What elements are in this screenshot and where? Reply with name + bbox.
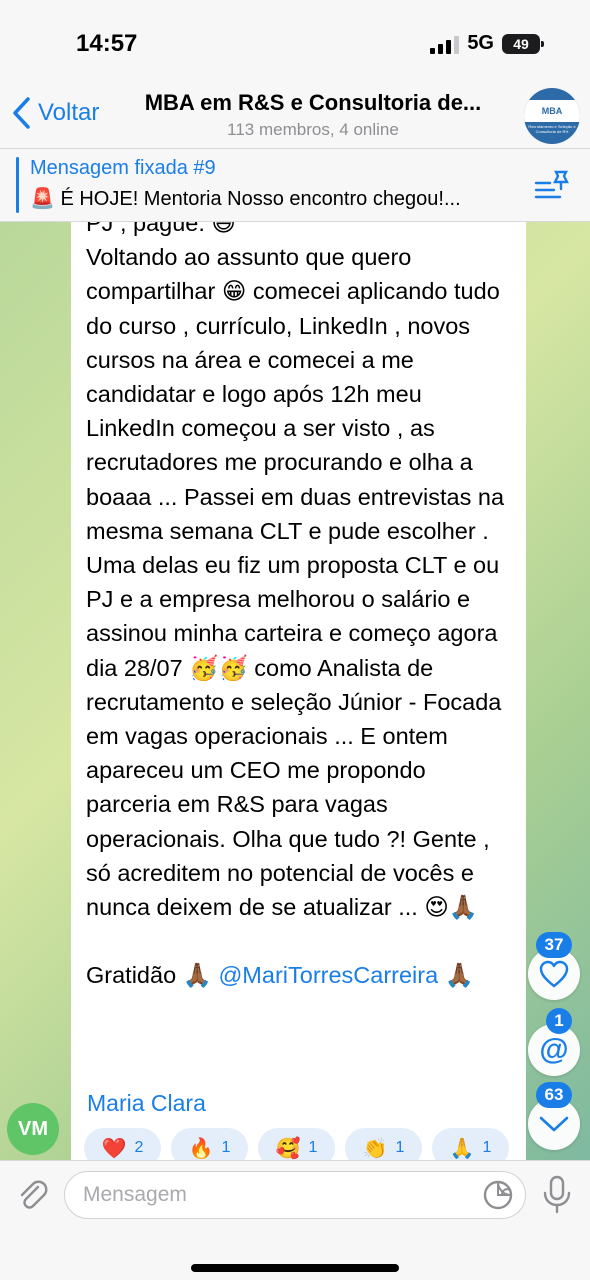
chat-title: MBA em R&S e Consultoria de... — [144, 90, 482, 115]
network-label: 5G — [467, 32, 494, 54]
reaction-emoji: 🔥 — [188, 1137, 214, 1160]
reactions-badge: 37 — [536, 932, 572, 958]
message-thanks-line: Gratidão 🙏🏾 @MariTorresCarreira 🙏🏾 — [86, 958, 516, 992]
sender-avatar[interactable]: VM — [7, 1103, 59, 1155]
group-avatar-logo: MBA — [524, 100, 580, 122]
home-indicator — [191, 1264, 399, 1272]
chevron-down-icon — [539, 1116, 569, 1132]
reaction-count: 1 — [395, 1139, 405, 1156]
status-bar: 14:57 5G 49 — [0, 0, 590, 88]
heart-icon — [539, 960, 569, 988]
mention-link[interactable]: @MariTorresCarreira — [218, 962, 438, 988]
group-avatar-subtext: Recrutamento e Seleção e Consultoria de … — [528, 124, 576, 134]
at-icon: @ — [539, 1033, 569, 1066]
reaction-count: 1 — [482, 1139, 492, 1156]
back-label: Voltar — [38, 99, 100, 126]
message-body: Voltando ao assunto que quero compartilh… — [86, 244, 511, 921]
back-button[interactable]: Voltar — [12, 96, 99, 130]
reaction-emoji: 🙏 — [449, 1137, 475, 1160]
reaction-emoji: ❤️ — [101, 1137, 127, 1160]
unread-badge: 63 — [536, 1082, 572, 1108]
pinned-indicator — [16, 157, 19, 213]
sticker-icon[interactable] — [482, 1179, 514, 1211]
reaction-fire[interactable]: 🔥 1 — [171, 1128, 248, 1160]
mentions-badge: 1 — [546, 1008, 572, 1034]
reaction-heart[interactable]: ❤️ 2 — [84, 1128, 161, 1160]
message-text-partial: PJ , pague. 😅 — [86, 222, 236, 236]
reaction-emoji: 🥰 — [275, 1137, 301, 1160]
reaction-count: 2 — [134, 1139, 144, 1156]
microphone-icon[interactable] — [540, 1175, 574, 1215]
chat-subtitle: 113 membros, 4 online — [227, 120, 399, 139]
reaction-emoji: 👏 — [362, 1137, 388, 1160]
chat-area[interactable]: PJ , pague. 😅 Voltando ao assunto que qu… — [0, 222, 590, 1160]
message-text: PJ , pague. 😅 Voltando ao assunto que qu… — [86, 222, 516, 992]
status-time: 14:57 — [76, 30, 138, 57]
reactions-row: ❤️ 2 🔥 1 🥰 1 👏 1 🙏 1 — [84, 1128, 509, 1160]
chat-header: Voltar MBA em R&S e Consultoria de... 11… — [0, 88, 590, 148]
battery-level: 49 — [513, 35, 529, 52]
pinned-message-bar[interactable]: Mensagem fixada #9 🚨 É HOJE! Mentoria No… — [0, 148, 590, 222]
reaction-smiling-hearts[interactable]: 🥰 1 — [258, 1128, 335, 1160]
pinned-title: Mensagem fixada #9 — [30, 157, 216, 179]
chevron-left-icon — [13, 97, 30, 129]
message-input[interactable] — [64, 1171, 526, 1219]
pinned-text: 🚨 É HOJE! Mentoria Nosso encontro chegou… — [30, 188, 461, 210]
reaction-clap[interactable]: 👏 1 — [345, 1128, 422, 1160]
chat-title-area[interactable]: MBA em R&S e Consultoria de... 113 membr… — [118, 90, 508, 140]
battery-icon: 49 — [502, 33, 544, 54]
reaction-count: 1 — [308, 1139, 318, 1156]
sender-name[interactable]: Maria Clara — [87, 1090, 206, 1117]
thanks-text: Gratidão 🙏🏾 — [86, 962, 219, 989]
composer-bar — [0, 1160, 590, 1280]
group-avatar[interactable]: MBA Recrutamento e Seleção e Consultoria… — [524, 88, 580, 144]
pinned-list-icon[interactable] — [534, 169, 570, 201]
reaction-pray[interactable]: 🙏 1 — [432, 1128, 509, 1160]
reaction-count: 1 — [221, 1139, 231, 1156]
thanks-end: 🙏🏾 — [438, 962, 474, 989]
status-indicators: 5G 49 — [430, 32, 544, 55]
paperclip-icon[interactable] — [14, 1177, 50, 1213]
signal-icon — [430, 34, 460, 54]
